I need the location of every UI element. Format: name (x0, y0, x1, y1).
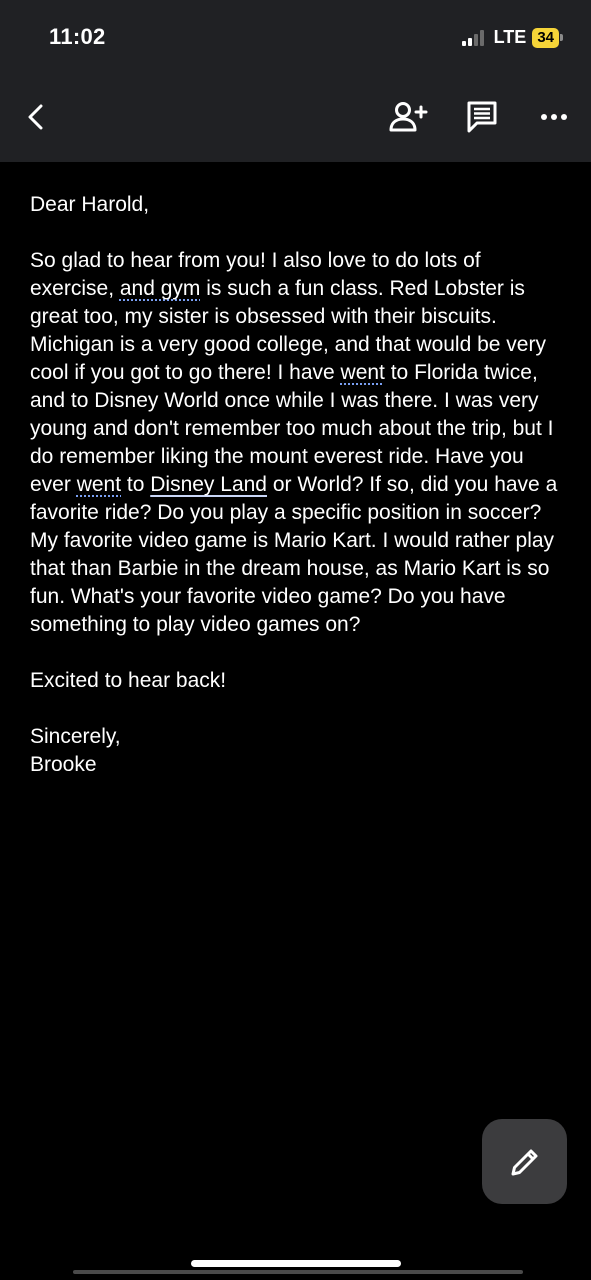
body-paragraph: So glad to hear from you! I also love to… (30, 249, 558, 636)
share-add-people-button[interactable] (384, 93, 432, 141)
status-bar: 11:02 LTE 34 (0, 0, 591, 72)
horizontal-scrollbar[interactable] (73, 1270, 523, 1274)
closing-line: Excited to hear back! (30, 669, 227, 692)
status-time: 11:02 (49, 24, 106, 49)
person-add-icon (389, 102, 428, 132)
signal-strength-icon (461, 29, 484, 46)
signature: Brooke (30, 753, 97, 776)
back-button[interactable] (12, 93, 60, 141)
comments-button[interactable] (458, 93, 506, 141)
chevron-left-icon (28, 104, 43, 130)
edit-button[interactable] (482, 1119, 567, 1204)
salutation: Dear Harold, (30, 193, 150, 216)
spelling-suggestion[interactable]: went (77, 473, 121, 496)
status-indicators: LTE 34 (461, 27, 563, 48)
grammar-suggestion[interactable]: Disney Land (150, 473, 267, 496)
battery-level: 34 (532, 27, 559, 48)
more-options-button[interactable] (530, 93, 578, 141)
document-toolbar (0, 72, 591, 162)
battery-icon: 34 (532, 27, 563, 48)
more-horizontal-icon (541, 114, 567, 120)
document-body[interactable]: Dear Harold, So glad to hear from you! I… (30, 191, 565, 779)
pencil-icon (511, 1149, 537, 1175)
spelling-suggestion[interactable]: and gym (120, 277, 201, 300)
network-type: LTE (493, 27, 527, 47)
spelling-suggestion[interactable]: went (341, 361, 385, 384)
comment-icon (467, 101, 497, 133)
home-indicator[interactable] (191, 1260, 401, 1267)
signoff: Sincerely, Brooke (30, 723, 565, 779)
signoff-text: Sincerely, (30, 725, 121, 748)
